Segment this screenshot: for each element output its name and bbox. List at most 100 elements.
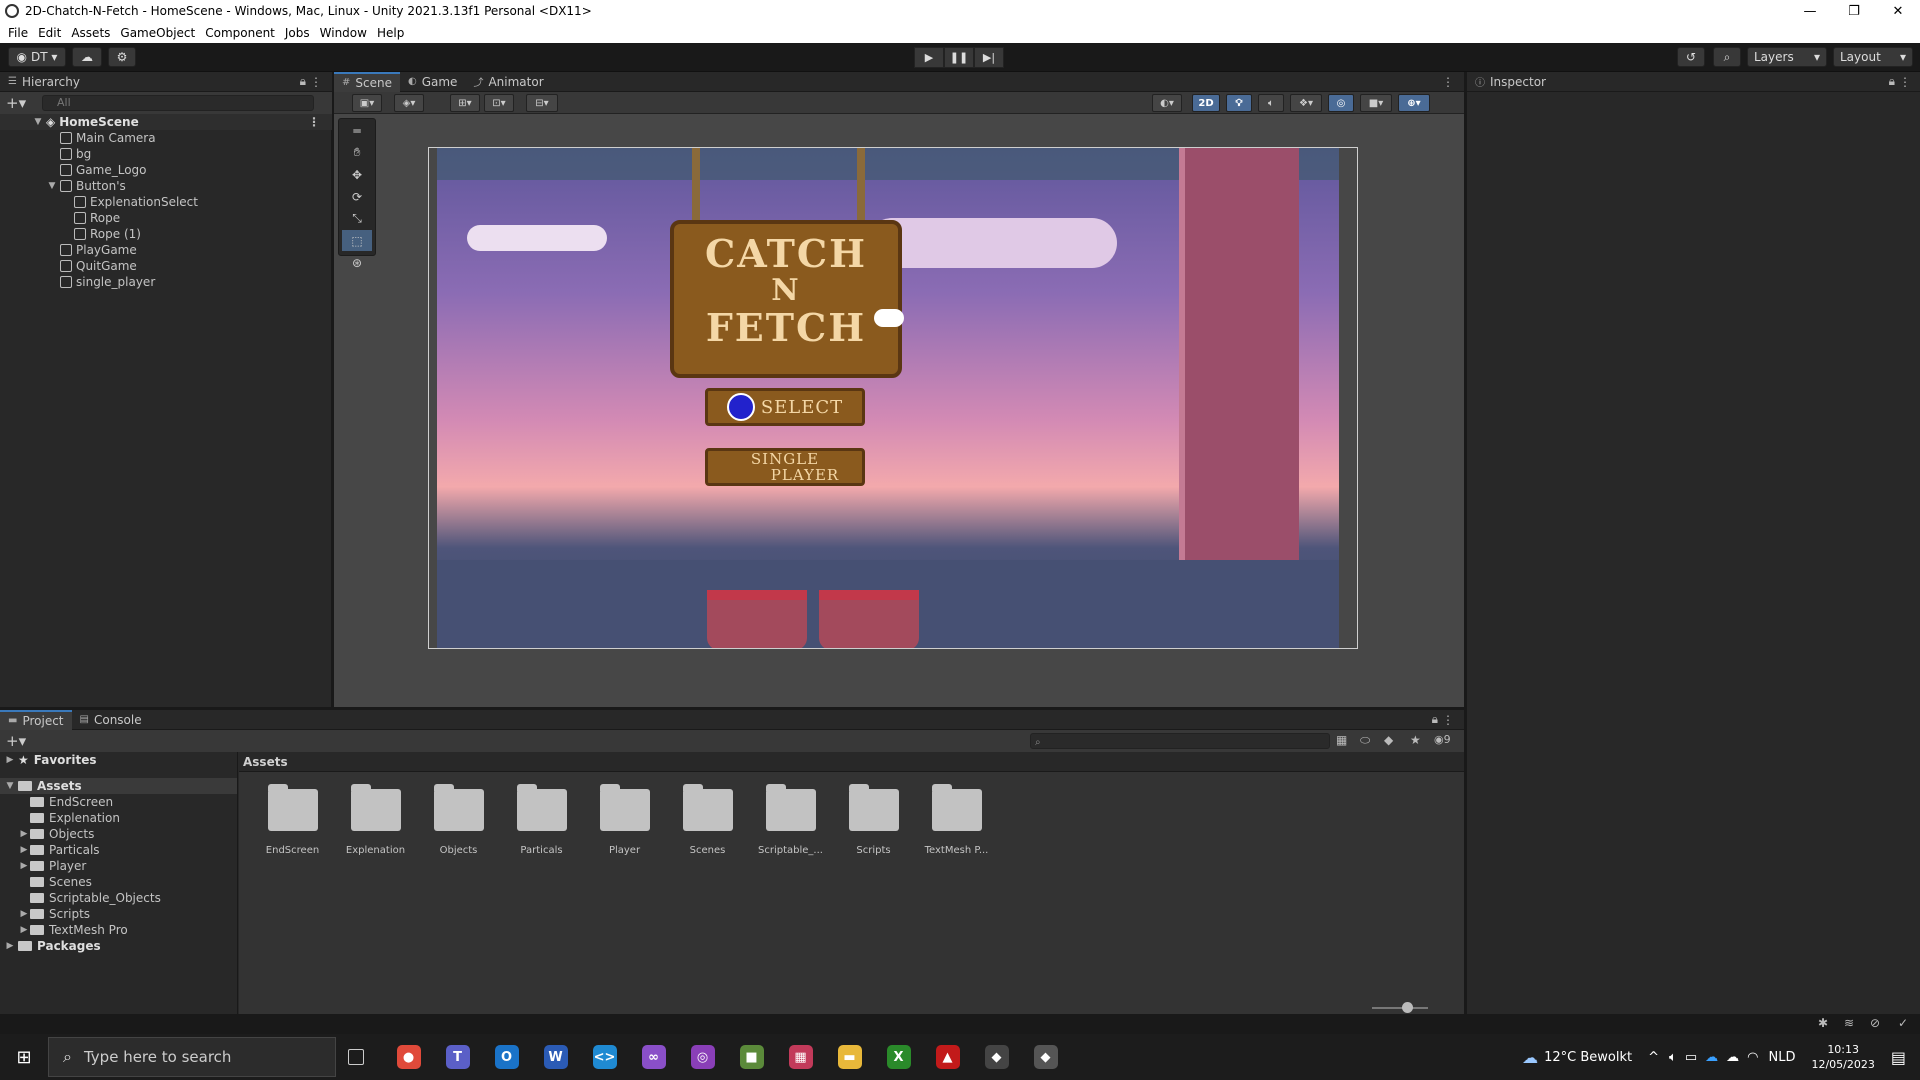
taskbar-app-button[interactable]: ◆ <box>972 1034 1021 1080</box>
onedrive-personal-icon[interactable]: ☁ <box>1726 1050 1739 1065</box>
taskbar-app-button[interactable]: ▬ <box>825 1034 874 1080</box>
folder-row[interactable]: ▶ TextMesh Pro <box>0 922 237 938</box>
tab-hierarchy[interactable]: ☰ Hierarchy <box>0 72 88 92</box>
tab-console[interactable]: ▤ Console <box>72 710 150 730</box>
asset-folder[interactable]: Explenation <box>334 784 417 856</box>
taskbar-app-button[interactable]: T <box>433 1034 482 1080</box>
expand-arrow-icon[interactable]: ▶ <box>18 861 30 871</box>
folder-row[interactable]: ▶ Particals <box>0 842 237 858</box>
folder-row[interactable]: ▶ Scripts <box>0 906 237 922</box>
play-button[interactable]: ▶ <box>914 47 944 68</box>
expand-arrow-icon[interactable]: ▼ <box>32 117 44 127</box>
grid-snap-button[interactable]: ⊞▾ <box>450 94 480 112</box>
check-icon[interactable]: ✓ <box>1898 1016 1908 1030</box>
search-button[interactable]: ⌕ <box>1713 47 1741 67</box>
asset-folder[interactable]: Objects <box>417 784 500 856</box>
asset-folder[interactable]: TextMesh P... <box>915 784 998 856</box>
lighting-toggle-button[interactable]: 💡︎ <box>1226 94 1252 112</box>
visibility-toggle-button[interactable]: ◎ <box>1328 94 1354 112</box>
folder-row[interactable]: Scriptable_Objects <box>0 890 237 906</box>
task-view-button[interactable] <box>336 1034 376 1080</box>
panel-menu-icon[interactable]: ⋮ <box>1442 713 1454 727</box>
windows-start-button[interactable]: ⊞ <box>0 1034 48 1080</box>
folder-row[interactable]: Explenation <box>0 810 237 826</box>
lock-icon[interactable]: 🔒︎ <box>300 74 306 89</box>
hierarchy-item[interactable]: PlayGame <box>0 242 332 258</box>
taskbar-app-button[interactable]: ◆ <box>1021 1034 1070 1080</box>
folder-row[interactable]: Scenes <box>0 874 237 890</box>
rotate-tool-icon[interactable]: ⟳ <box>342 186 372 207</box>
expand-arrow-icon[interactable]: ▼ <box>46 181 58 191</box>
menu-file[interactable]: File <box>8 26 28 40</box>
draw-mode-button[interactable]: ▣▾ <box>352 94 382 112</box>
create-plus-button[interactable]: +▾ <box>6 94 26 112</box>
expand-arrow-icon[interactable]: ▶ <box>18 829 30 839</box>
hierarchy-item[interactable]: ▼ Button's <box>0 178 332 194</box>
cache-icon[interactable]: ≋ <box>1844 1016 1854 1030</box>
search-by-label-icon[interactable]: ⬭ <box>1360 733 1370 748</box>
panel-menu-icon[interactable]: ⋮ <box>1899 75 1911 89</box>
icon-size-slider[interactable] <box>1372 1002 1428 1013</box>
onedrive-icon[interactable]: ☁ <box>1705 1050 1718 1065</box>
breadcrumb[interactable]: Assets <box>239 752 1464 772</box>
pause-button[interactable]: ❚❚ <box>944 47 974 68</box>
menu-edit[interactable]: Edit <box>38 26 61 40</box>
audio-toggle-button[interactable]: 🔈︎ <box>1258 94 1284 112</box>
packages-row[interactable]: ▶ Packages <box>0 938 237 954</box>
project-search-input[interactable]: ⌕ <box>1030 733 1330 749</box>
favorites-row[interactable]: ▶ ★ Favorites <box>0 752 237 768</box>
lock-icon[interactable]: 🔒︎ <box>1432 712 1438 727</box>
minimize-button[interactable]: — <box>1788 0 1832 22</box>
maximize-button[interactable]: ❐ <box>1832 0 1876 22</box>
hidden-packages-toggle[interactable]: ◉9 <box>1434 733 1451 746</box>
hierarchy-item[interactable]: Main Camera <box>0 130 332 146</box>
notification-icon[interactable]: ▤ <box>1891 1048 1906 1067</box>
speaker-icon[interactable]: 🔈︎ <box>1669 1050 1677 1065</box>
asset-folder[interactable]: EndScreen <box>251 784 334 856</box>
shading-button[interactable]: ◈▾ <box>394 94 424 112</box>
expand-arrow-icon[interactable]: ▼ <box>4 781 16 791</box>
tab-scene[interactable]: # Scene <box>334 71 400 92</box>
move-tool-icon[interactable]: ✥ <box>342 164 372 185</box>
scene-menu-icon[interactable]: ⋮ <box>308 115 320 129</box>
asset-folder[interactable]: Particals <box>500 784 583 856</box>
taskbar-app-button[interactable]: ● <box>384 1034 433 1080</box>
create-plus-button[interactable]: +▾ <box>6 732 26 750</box>
taskbar-app-button[interactable]: ▲ <box>923 1034 972 1080</box>
toggle-2d-button[interactable]: 2D <box>1192 94 1220 112</box>
rect-tool-icon[interactable]: ⬚ <box>342 230 372 251</box>
tab-project[interactable]: ▬ Project <box>0 709 72 730</box>
expand-arrow-icon[interactable]: ▶ <box>4 755 16 765</box>
favorite-star-icon[interactable]: ★ <box>1410 733 1421 747</box>
asset-folder[interactable]: Player <box>583 784 666 856</box>
hierarchy-item[interactable]: Rope (1) <box>0 226 332 242</box>
weather-text[interactable]: 12°C Bewolkt <box>1544 1050 1632 1065</box>
cloud-button[interactable]: ☁ <box>72 47 102 67</box>
taskbar-app-button[interactable]: ▦ <box>776 1034 825 1080</box>
expand-arrow-icon[interactable]: ▶ <box>18 925 30 935</box>
account-dropdown[interactable]: ◉ DT ▾ <box>8 47 66 67</box>
menu-gameobject[interactable]: GameObject <box>120 26 195 40</box>
taskbar-app-button[interactable]: O <box>482 1034 531 1080</box>
menu-jobs[interactable]: Jobs <box>285 26 310 40</box>
slider-knob[interactable] <box>1402 1002 1413 1013</box>
language-indicator[interactable]: NLD <box>1768 1050 1795 1065</box>
debug-icon[interactable]: ✱ <box>1818 1016 1828 1030</box>
collab-button[interactable]: ⚙ <box>108 47 136 67</box>
clock[interactable]: 10:13 12/05/2023 <box>1811 1042 1874 1072</box>
menu-help[interactable]: Help <box>377 26 404 40</box>
folder-row[interactable]: ▶ Player <box>0 858 237 874</box>
camera-button[interactable]: ■▾ <box>1360 94 1392 112</box>
battery-icon[interactable]: ▭ <box>1685 1050 1697 1065</box>
tab-game[interactable]: ◐ Game <box>400 72 465 92</box>
step-button[interactable]: ▶| <box>974 47 1004 68</box>
taskbar-app-button[interactable]: <> <box>580 1034 629 1080</box>
expand-arrow-icon[interactable]: ▶ <box>18 909 30 919</box>
hierarchy-item[interactable]: QuitGame <box>0 258 332 274</box>
folder-row[interactable]: ▶ Objects <box>0 826 237 842</box>
taskbar-app-button[interactable]: ■ <box>727 1034 776 1080</box>
single-player-button[interactable]: SINGLE PLAYER <box>705 448 865 486</box>
hierarchy-item[interactable]: Game_Logo <box>0 162 332 178</box>
assets-root-row[interactable]: ▼ Assets <box>0 778 237 794</box>
close-button[interactable]: ✕ <box>1876 0 1920 22</box>
